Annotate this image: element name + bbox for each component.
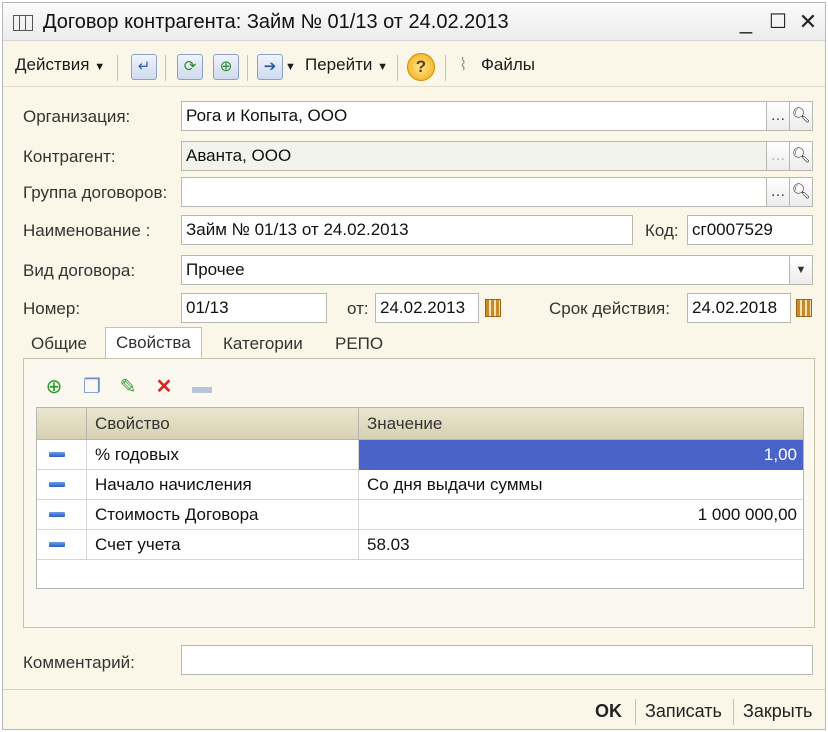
value-cell[interactable]: 1 000 000,00: [359, 500, 803, 530]
row-marker: [37, 440, 87, 470]
table-row[interactable]: % годовых 1,00: [37, 440, 803, 470]
minus-icon: [49, 482, 65, 487]
edit-icon[interactable]: ✎: [116, 375, 140, 399]
header-marker: [37, 408, 87, 440]
ok-button[interactable]: OK: [595, 701, 622, 722]
validity-label: Срок действия:: [549, 299, 670, 318]
code-field[interactable]: сг0007529: [687, 215, 813, 245]
navigate-icon[interactable]: ➔: [257, 54, 283, 80]
settings-icon: ▬: [192, 376, 212, 398]
table-row[interactable]: Стоимость Договора 1 000 000,00: [37, 500, 803, 530]
organization-label: Организация:: [23, 107, 131, 126]
row-marker: [37, 530, 87, 560]
name-label: Наименование :: [23, 221, 151, 240]
files-button[interactable]: Файлы: [481, 55, 535, 75]
minimize-button[interactable]: _: [733, 9, 759, 35]
toolbar-separator: [397, 55, 398, 81]
search-icon[interactable]: 🔍︎: [789, 177, 813, 207]
comment-field[interactable]: [181, 645, 813, 675]
toolbar: Действия ▼ ↵ ⟳ ⊕ ➔ ▼ Перейти ▼ ? ⌇ Файлы: [3, 47, 825, 87]
goto-menu[interactable]: Перейти ▼: [305, 55, 388, 75]
toolbar-separator: [165, 55, 166, 81]
header-value: Значение: [367, 414, 443, 433]
maximize-button[interactable]: ☐: [765, 9, 791, 35]
chevron-down-icon[interactable]: ▼: [285, 61, 296, 73]
footer-separator: [733, 699, 734, 725]
toolbar-separator: [247, 55, 248, 81]
chevron-down-icon: ▼: [94, 61, 106, 73]
select-contract-group-button[interactable]: …: [766, 177, 790, 207]
property-cell[interactable]: % годовых: [87, 440, 359, 470]
delete-icon[interactable]: ✕: [152, 375, 176, 399]
calendar-icon[interactable]: [791, 293, 815, 323]
contract-type-select[interactable]: Прочее: [181, 255, 791, 285]
actions-label: Действия: [15, 55, 90, 74]
copy-document-icon[interactable]: ⊕: [213, 54, 239, 80]
tab-general[interactable]: Общие: [31, 329, 87, 359]
properties-panel: ⊕ ❐ ✎ ✕ ▬ Свойство Значение % годовых 1,…: [23, 358, 815, 628]
help-icon[interactable]: ?: [407, 53, 435, 81]
counterparty-label: Контрагент:: [23, 147, 116, 166]
toolbar-separator: [117, 55, 118, 81]
contract-window: Договор контрагента: Займ № 01/13 от 24.…: [2, 2, 826, 730]
table-header: Свойство Значение: [37, 408, 803, 440]
value-cell[interactable]: 1,00: [359, 440, 803, 470]
contract-group-field[interactable]: [181, 177, 767, 207]
tab-repo[interactable]: РЕПО: [335, 329, 383, 359]
save-close-icon[interactable]: ↵: [131, 54, 157, 80]
date-label: от:: [347, 299, 369, 318]
minus-icon: [49, 542, 65, 547]
value-cell[interactable]: 58.03: [359, 530, 803, 560]
add-icon[interactable]: ⊕: [42, 375, 66, 399]
table-row[interactable]: Счет учета 58.03: [37, 530, 803, 560]
contract-group-label: Группа договоров:: [23, 183, 168, 202]
row-marker: [37, 470, 87, 500]
window-title: Договор контрагента: Займ № 01/13 от 24.…: [43, 11, 509, 33]
close-button[interactable]: Закрыть: [743, 701, 812, 722]
number-field[interactable]: 01/13: [181, 293, 327, 323]
minus-icon: [49, 452, 65, 457]
footer-divider: [3, 689, 825, 690]
footer-separator: [635, 699, 636, 725]
property-cell[interactable]: Начало начисления: [87, 470, 359, 500]
organization-field[interactable]: Рога и Копыта, ООО: [181, 101, 767, 131]
paperclip-icon: ⌇: [459, 55, 468, 74]
comment-label: Комментарий:: [23, 653, 135, 672]
property-cell[interactable]: Стоимость Договора: [87, 500, 359, 530]
name-field[interactable]: Займ № 01/13 от 24.02.2013: [181, 215, 633, 245]
refresh-icon[interactable]: ⟳: [177, 54, 203, 80]
header-property: Свойство: [87, 408, 359, 440]
validity-field[interactable]: 24.02.2018: [687, 293, 791, 323]
goto-label: Перейти: [305, 55, 373, 74]
title-bar: Договор контрагента: Займ № 01/13 от 24.…: [3, 3, 825, 41]
search-icon[interactable]: 🔍︎: [789, 101, 813, 131]
chevron-down-icon: ▼: [377, 61, 388, 73]
properties-table: Свойство Значение % годовых 1,00 Начало …: [36, 407, 804, 589]
chevron-down-icon[interactable]: ▼: [789, 255, 813, 285]
number-label: Номер:: [23, 299, 81, 318]
select-organization-button[interactable]: …: [766, 101, 790, 131]
value-cell[interactable]: Со дня выдачи суммы: [359, 470, 803, 500]
save-button[interactable]: Записать: [645, 701, 722, 722]
actions-menu[interactable]: Действия ▼: [15, 55, 105, 75]
contract-type-label: Вид договора:: [23, 261, 136, 280]
tab-categories[interactable]: Категории: [223, 329, 303, 359]
date-field[interactable]: 24.02.2013: [375, 293, 479, 323]
search-icon[interactable]: 🔍︎: [789, 141, 813, 171]
minus-icon: [49, 512, 65, 517]
counterparty-field[interactable]: Аванта, ООО: [181, 141, 767, 171]
close-window-button[interactable]: ✕: [795, 9, 821, 35]
tab-properties[interactable]: Свойства: [105, 327, 202, 359]
toolbar-separator: [445, 55, 446, 81]
copy-icon[interactable]: ❐: [80, 375, 104, 399]
form-icon: [13, 15, 33, 31]
row-marker: [37, 500, 87, 530]
property-cell[interactable]: Счет учета: [87, 530, 359, 560]
select-counterparty-button[interactable]: …: [766, 141, 790, 171]
table-row[interactable]: Начало начисления Со дня выдачи суммы: [37, 470, 803, 500]
calendar-icon[interactable]: [480, 293, 504, 323]
code-label: Код:: [645, 221, 679, 240]
